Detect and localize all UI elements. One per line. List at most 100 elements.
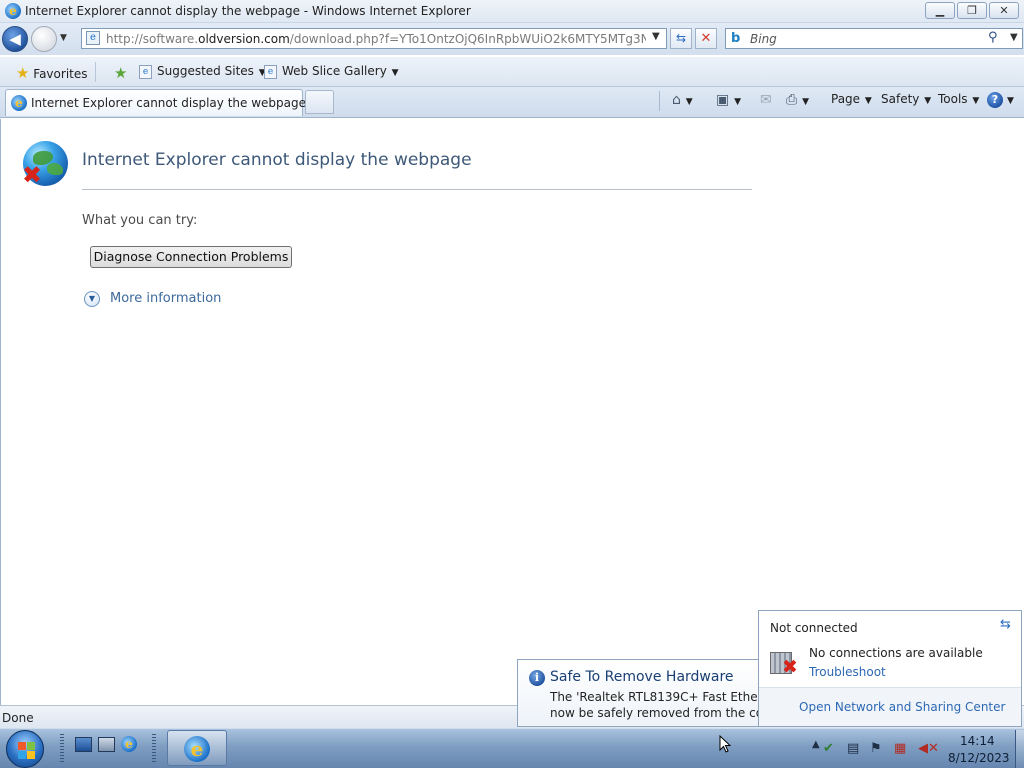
chevron-down-icon: ▼ — [969, 96, 980, 106]
help-dropdown[interactable]: ▼ — [1005, 92, 1014, 106]
tab-page-icon: e — [11, 95, 27, 111]
tab-label: Internet Explorer cannot display the web… — [31, 96, 306, 110]
chevron-down-icon: ▼ — [682, 97, 693, 107]
status-text: Done — [2, 711, 34, 725]
troubleshoot-link[interactable]: Troubleshoot — [809, 665, 886, 679]
taskbar-gripper[interactable] — [60, 734, 64, 762]
suggested-sites-icon: e — [139, 64, 152, 79]
start-button[interactable] — [6, 730, 44, 768]
web-slice-gallery-link[interactable]: e Web Slice Gallery ▼ — [264, 64, 399, 79]
add-favorite-icon: ★ — [114, 64, 128, 82]
diagnose-connection-button[interactable]: Diagnose Connection Problems — [90, 246, 292, 268]
action-center-flag-icon[interactable]: ⚑ — [870, 741, 882, 756]
feeds-button[interactable]: ▣ ▼ — [716, 92, 741, 108]
ie-quicklaunch-icon[interactable]: e — [121, 736, 137, 752]
refresh-network-icon[interactable]: ⇆ — [1000, 617, 1011, 632]
suggested-sites-label: Suggested Sites — [157, 64, 254, 78]
windows-logo-icon — [18, 742, 26, 750]
recent-pages-dropdown[interactable]: ▼ — [60, 33, 72, 45]
close-button[interactable]: ✕ — [989, 2, 1019, 19]
favorites-label: Favorites — [33, 67, 88, 81]
suggested-sites-link[interactable]: e Suggested Sites ▼ — [139, 64, 266, 79]
windows-logo-icon — [18, 751, 26, 759]
clock-date[interactable]: 8/12/2023 — [948, 751, 1010, 765]
what-you-can-try-label: What you can try: — [82, 213, 198, 228]
window-title: Internet Explorer cannot display the web… — [25, 4, 471, 18]
globe-land — [47, 163, 63, 175]
notification-title: Safe To Remove Hardware — [550, 669, 734, 685]
safety-menu-label: Safety — [881, 92, 920, 106]
page-title: Internet Explorer cannot display the web… — [82, 150, 472, 170]
home-button[interactable]: ⌂ ▼ — [672, 92, 693, 108]
search-icon[interactable]: ⚲ — [988, 30, 998, 45]
tools-menu-label: Tools — [938, 92, 968, 106]
chevron-down-icon: ▼ — [731, 97, 742, 107]
switch-windows-icon[interactable] — [98, 737, 115, 752]
divider — [82, 189, 752, 190]
print-button[interactable]: ⎙ ▼ — [786, 92, 809, 108]
error-x-icon: ✖ — [22, 161, 43, 189]
help-icon[interactable]: ? — [987, 92, 1003, 108]
chevron-down-icon: ▼ — [921, 96, 932, 106]
network-sharing-center-link[interactable]: Open Network and Sharing Center — [799, 700, 1005, 714]
tab-current[interactable]: e Internet Explorer cannot display the w… — [5, 89, 306, 116]
mail-icon: ✉ — [760, 92, 772, 108]
address-url[interactable]: http://software.oldversion.com/download.… — [106, 32, 646, 46]
back-button[interactable]: ◀ — [2, 26, 28, 52]
favorites-button[interactable]: ★ Favorites — [16, 64, 88, 82]
chevron-down-icon: ▼ — [1007, 96, 1014, 106]
taskbar-gripper[interactable] — [152, 734, 156, 762]
maximize-button[interactable]: ❐ — [957, 2, 987, 19]
favorites-star-icon: ★ — [16, 64, 30, 82]
show-desktop-button[interactable] — [1015, 730, 1024, 768]
expand-chevron-icon[interactable]: ▼ — [84, 291, 100, 307]
computer-disconnected-icon: ✖ — [770, 649, 800, 677]
windows-logo-icon — [27, 751, 35, 759]
info-icon: i — [529, 670, 545, 686]
clock-time[interactable]: 14:14 — [960, 734, 995, 748]
ie-logo-icon: e — [184, 736, 210, 762]
notification-body-line: now be safely removed from the compu — [550, 706, 767, 720]
no-connections-message: No connections are available — [809, 646, 983, 660]
show-hidden-icons-button[interactable]: ▲ — [812, 739, 820, 750]
address-bar[interactable]: e http://software.oldversion.com/downloa… — [81, 28, 667, 49]
search-box[interactable]: b Bing ⚲ ▼ — [725, 28, 1023, 49]
command-bar-separator — [659, 91, 660, 111]
network-flyout-footer: Open Network and Sharing Center — [759, 688, 1021, 726]
network-flyout: Not connected ⇆ ✖ No connections are ava… — [758, 610, 1022, 727]
stop-button[interactable]: ✕ — [695, 28, 717, 49]
ie-taskbar-button[interactable]: e — [167, 730, 227, 766]
rss-feed-icon: ▣ — [716, 92, 730, 108]
chevron-down-icon: ▼ — [799, 97, 809, 107]
refresh-button[interactable]: ⇆ — [670, 28, 692, 49]
ie-logo-icon: e — [5, 3, 21, 19]
minimize-button[interactable]: ▁ — [925, 2, 955, 19]
favorites-separator — [95, 62, 96, 82]
search-options-dropdown[interactable]: ▼ — [1010, 32, 1018, 43]
bing-logo-icon: b — [731, 31, 741, 46]
volume-muted-icon[interactable]: ◀✕ — [918, 741, 939, 756]
show-desktop-icon[interactable] — [75, 737, 92, 752]
printer-icon: ⎙ — [786, 92, 798, 108]
mouse-cursor-icon — [719, 734, 732, 753]
safe-remove-notification[interactable]: i Safe To Remove Hardware The 'Realtek R… — [517, 659, 767, 727]
security-shield-icon[interactable]: ✔ — [823, 741, 834, 756]
notification-body-line: The 'Realtek RTL8139C+ Fast Ethernet N — [550, 690, 766, 704]
more-information-link[interactable]: More information — [110, 291, 221, 306]
page-menu-label: Page — [831, 92, 861, 106]
error-x-icon: ✖ — [782, 656, 798, 678]
page-menu[interactable]: Page ▼ — [831, 92, 872, 106]
network-disconnected-icon[interactable]: ▦ — [894, 741, 906, 756]
search-input[interactable]: Bing — [750, 32, 777, 46]
forward-button[interactable] — [31, 26, 57, 52]
page-icon: e — [86, 31, 100, 45]
web-slice-icon: e — [264, 64, 277, 79]
add-to-favorites-bar-button[interactable]: ★ — [114, 64, 127, 82]
new-tab-button[interactable] — [305, 90, 334, 114]
read-mail-button[interactable]: ✉ — [760, 92, 772, 108]
clipboard-icon[interactable]: ▤ — [847, 741, 859, 756]
safety-menu[interactable]: Safety ▼ — [881, 92, 931, 106]
tools-menu[interactable]: Tools ▼ — [938, 92, 979, 106]
address-dropdown-icon[interactable]: ▼ — [652, 31, 660, 42]
chevron-down-icon: ▼ — [388, 68, 399, 78]
